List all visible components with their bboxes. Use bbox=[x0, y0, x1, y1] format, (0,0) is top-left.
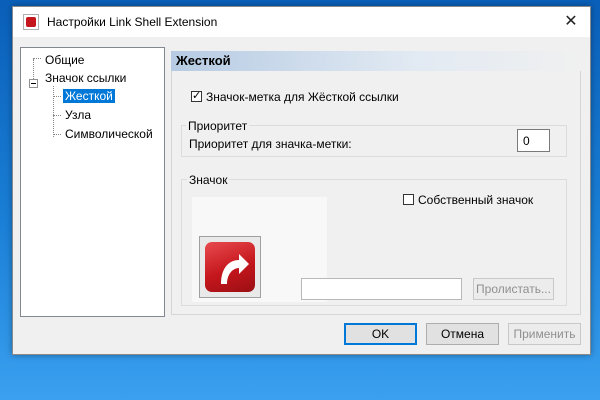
own-icon-checkbox-label[interactable]: Собственный значок bbox=[418, 193, 533, 207]
page-header: Жесткой bbox=[171, 51, 581, 71]
tree-item-hardlink-label: Жесткой bbox=[63, 89, 115, 103]
priority-value: 0 bbox=[523, 134, 530, 148]
tree-item-link-icon[interactable]: Значок ссылки bbox=[45, 71, 126, 85]
collapse-icon[interactable] bbox=[29, 79, 38, 88]
own-icon-checkbox[interactable] bbox=[403, 194, 414, 205]
hardlink-icon-checkbox[interactable] bbox=[191, 89, 202, 102]
cancel-button[interactable]: Отмена bbox=[426, 323, 499, 345]
tree-item-junction[interactable]: Узла bbox=[65, 108, 91, 122]
title-bar: Настройки Link Shell Extension ✕ bbox=[13, 7, 590, 37]
tree-item-hardlink[interactable]: Жесткой bbox=[63, 89, 115, 103]
apply-button[interactable]: Применить bbox=[508, 323, 581, 345]
icon-path-input[interactable] bbox=[301, 278, 462, 300]
app-icon bbox=[23, 14, 39, 30]
tree-item-general[interactable]: Общие bbox=[45, 53, 84, 67]
settings-dialog: Настройки Link Shell Extension ✕ Общие З… bbox=[12, 6, 591, 355]
ok-button[interactable]: OK bbox=[344, 323, 417, 345]
tree-item-symbolic[interactable]: Символической bbox=[65, 127, 153, 141]
hardlink-icon-checkbox-label[interactable]: Значок-метка для Жёсткой ссылки bbox=[206, 90, 399, 104]
close-icon[interactable]: ✕ bbox=[553, 7, 589, 37]
window-title: Настройки Link Shell Extension bbox=[47, 15, 218, 29]
hardlink-preview-icon bbox=[199, 236, 261, 298]
priority-input[interactable]: 0 bbox=[517, 129, 550, 152]
icon-group-label: Значок bbox=[187, 173, 230, 187]
settings-tree: Общие Значок ссылки Жесткой Узла Символи… bbox=[20, 47, 165, 317]
priority-group-label: Приоритет bbox=[186, 119, 250, 133]
priority-field-label: Приоритет для значка-метки: bbox=[189, 137, 352, 151]
browse-button[interactable]: Пролистать... bbox=[473, 278, 554, 300]
